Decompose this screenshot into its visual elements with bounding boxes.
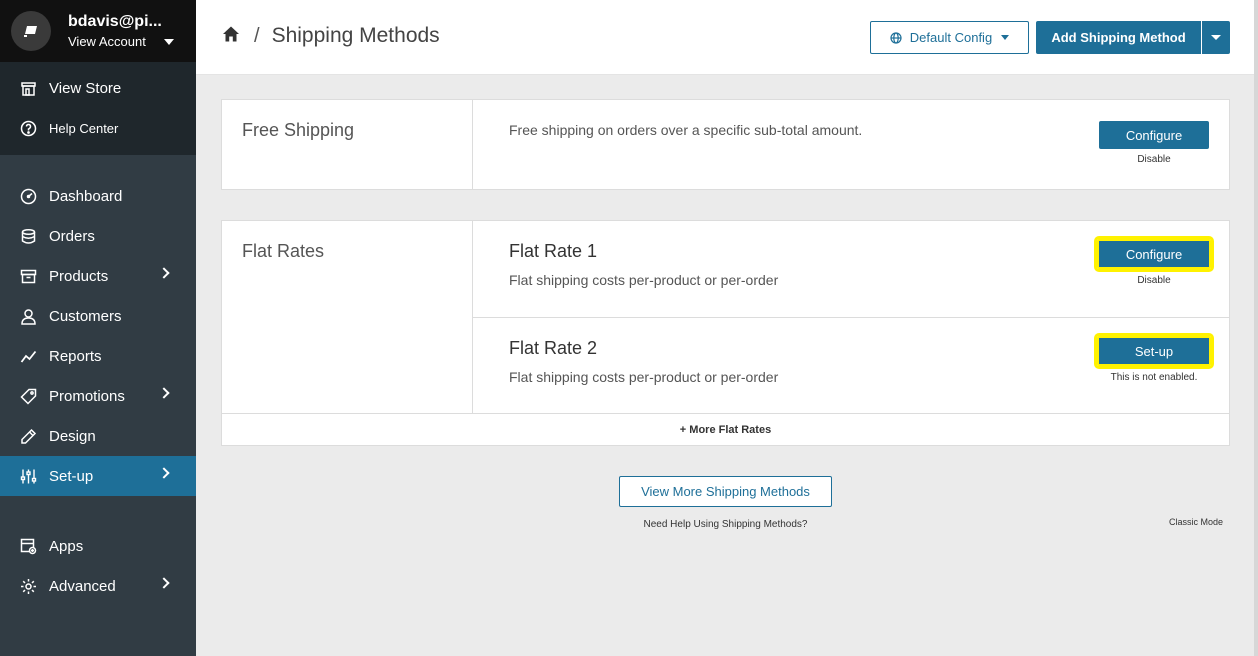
- sidebar-item-label: Promotions: [49, 387, 125, 405]
- account-name: bdavis@pi...: [68, 13, 162, 30]
- apps-icon: [20, 538, 37, 555]
- sidebar-item-label: Dashboard: [49, 187, 123, 205]
- add-shipping-method-button[interactable]: Add Shipping Method: [1036, 21, 1201, 54]
- caret-down-icon: [1211, 35, 1221, 40]
- promotions-icon: [20, 388, 37, 405]
- customers-icon: [20, 308, 37, 325]
- configure-button[interactable]: Configure: [1099, 121, 1209, 149]
- sidebar-item-label: Orders: [49, 227, 95, 245]
- page-header: / Shipping Methods Default Config Add Sh…: [196, 0, 1258, 75]
- account-menu[interactable]: bdavis@pi... View Account: [0, 0, 196, 62]
- method-description: Flat shipping costs per-product or per-o…: [509, 272, 779, 288]
- products-icon: [20, 268, 37, 285]
- sidebar-item-promotions[interactable]: Promotions: [0, 376, 196, 416]
- sidebar-item-orders[interactable]: Orders: [0, 216, 196, 256]
- reports-icon: [20, 348, 37, 365]
- dashboard-icon: [20, 188, 37, 205]
- scrollbar[interactable]: [1254, 0, 1258, 656]
- flat-rates-card: Flat Rates Flat Rate 1 Flat shipping cos…: [221, 220, 1230, 446]
- view-account-link[interactable]: View Account: [68, 34, 174, 49]
- sidebar-item-advanced[interactable]: Advanced: [0, 566, 196, 606]
- sidebar-item-label: Help Center: [49, 120, 119, 136]
- setup-button[interactable]: Set-up: [1094, 333, 1214, 369]
- free-shipping-card: Free Shipping Free shipping on orders ov…: [221, 99, 1230, 190]
- category-title: Free Shipping: [242, 120, 355, 140]
- method-title: Flat Rate 2: [509, 338, 598, 358]
- default-config-dropdown[interactable]: Default Config: [870, 21, 1029, 54]
- store-logo-icon: [11, 11, 51, 51]
- sidebar: bdavis@pi... View Account View Store Hel…: [0, 0, 196, 656]
- chevron-right-icon: [158, 267, 170, 279]
- sidebar-item-label: Advanced: [49, 577, 116, 595]
- sidebar-item-label: Design: [49, 427, 96, 445]
- sidebar-item-dashboard[interactable]: Dashboard: [0, 176, 196, 216]
- home-icon[interactable]: [222, 25, 240, 48]
- view-more-shipping-methods-button[interactable]: View More Shipping Methods: [619, 476, 832, 507]
- breadcrumb: / Shipping Methods: [222, 24, 440, 48]
- globe-icon: [890, 31, 902, 44]
- sidebar-item-setup[interactable]: Set-up: [0, 456, 196, 496]
- chevron-right-icon: [158, 577, 170, 589]
- category-title: Flat Rates: [242, 241, 325, 261]
- category-column: Free Shipping: [222, 100, 473, 189]
- sidebar-item-label: Products: [49, 267, 109, 285]
- breadcrumb-separator: /: [254, 24, 260, 47]
- caret-down-icon: [163, 38, 174, 45]
- chevron-right-icon: [158, 387, 170, 399]
- add-shipping-method-dropdown[interactable]: [1202, 21, 1230, 54]
- category-column: Flat Rates: [222, 221, 473, 413]
- method-description: Free shipping on orders over a specific …: [509, 122, 863, 138]
- disable-link[interactable]: Disable: [1084, 154, 1224, 165]
- chevron-right-icon: [158, 467, 170, 479]
- sidebar-item-label: Reports: [49, 347, 102, 365]
- status-text: This is not enabled.: [1110, 372, 1198, 383]
- sidebar-item-customers[interactable]: Customers: [0, 296, 196, 336]
- view-account-label: View Account: [68, 34, 146, 49]
- help-link[interactable]: Need Help Using Shipping Methods?: [621, 519, 830, 530]
- sidebar-item-help-center[interactable]: Help Center: [0, 108, 196, 148]
- disable-link[interactable]: Disable: [1084, 275, 1224, 286]
- caret-down-icon: [1001, 35, 1010, 40]
- gear-icon: [20, 578, 37, 595]
- sidebar-item-products[interactable]: Products: [0, 256, 196, 296]
- store-icon: [20, 80, 37, 97]
- classic-mode-link[interactable]: Classic Mode: [1169, 517, 1223, 527]
- row-divider: [473, 317, 1229, 318]
- more-flat-rates-link[interactable]: + More Flat Rates: [222, 413, 1229, 445]
- page-title: Shipping Methods: [271, 24, 440, 47]
- sidebar-item-label: View Store: [49, 79, 122, 97]
- sidebar-item-label: Apps: [49, 537, 84, 555]
- help-icon: [20, 120, 37, 137]
- orders-icon: [20, 228, 37, 245]
- design-icon: [20, 428, 37, 445]
- sidebar-item-design[interactable]: Design: [0, 416, 196, 456]
- sidebar-item-apps[interactable]: Apps: [0, 526, 196, 566]
- method-title: Flat Rate 1: [509, 241, 598, 261]
- setup-icon: [20, 468, 37, 485]
- sidebar-item-reports[interactable]: Reports: [0, 336, 196, 376]
- sidebar-item-view-store[interactable]: View Store: [0, 68, 196, 108]
- default-config-label: Default Config: [909, 30, 993, 45]
- configure-button[interactable]: Configure: [1094, 236, 1214, 272]
- sidebar-item-label: Set-up: [49, 467, 94, 485]
- method-description: Flat shipping costs per-product or per-o…: [509, 369, 779, 385]
- sidebar-item-label: Customers: [49, 307, 122, 325]
